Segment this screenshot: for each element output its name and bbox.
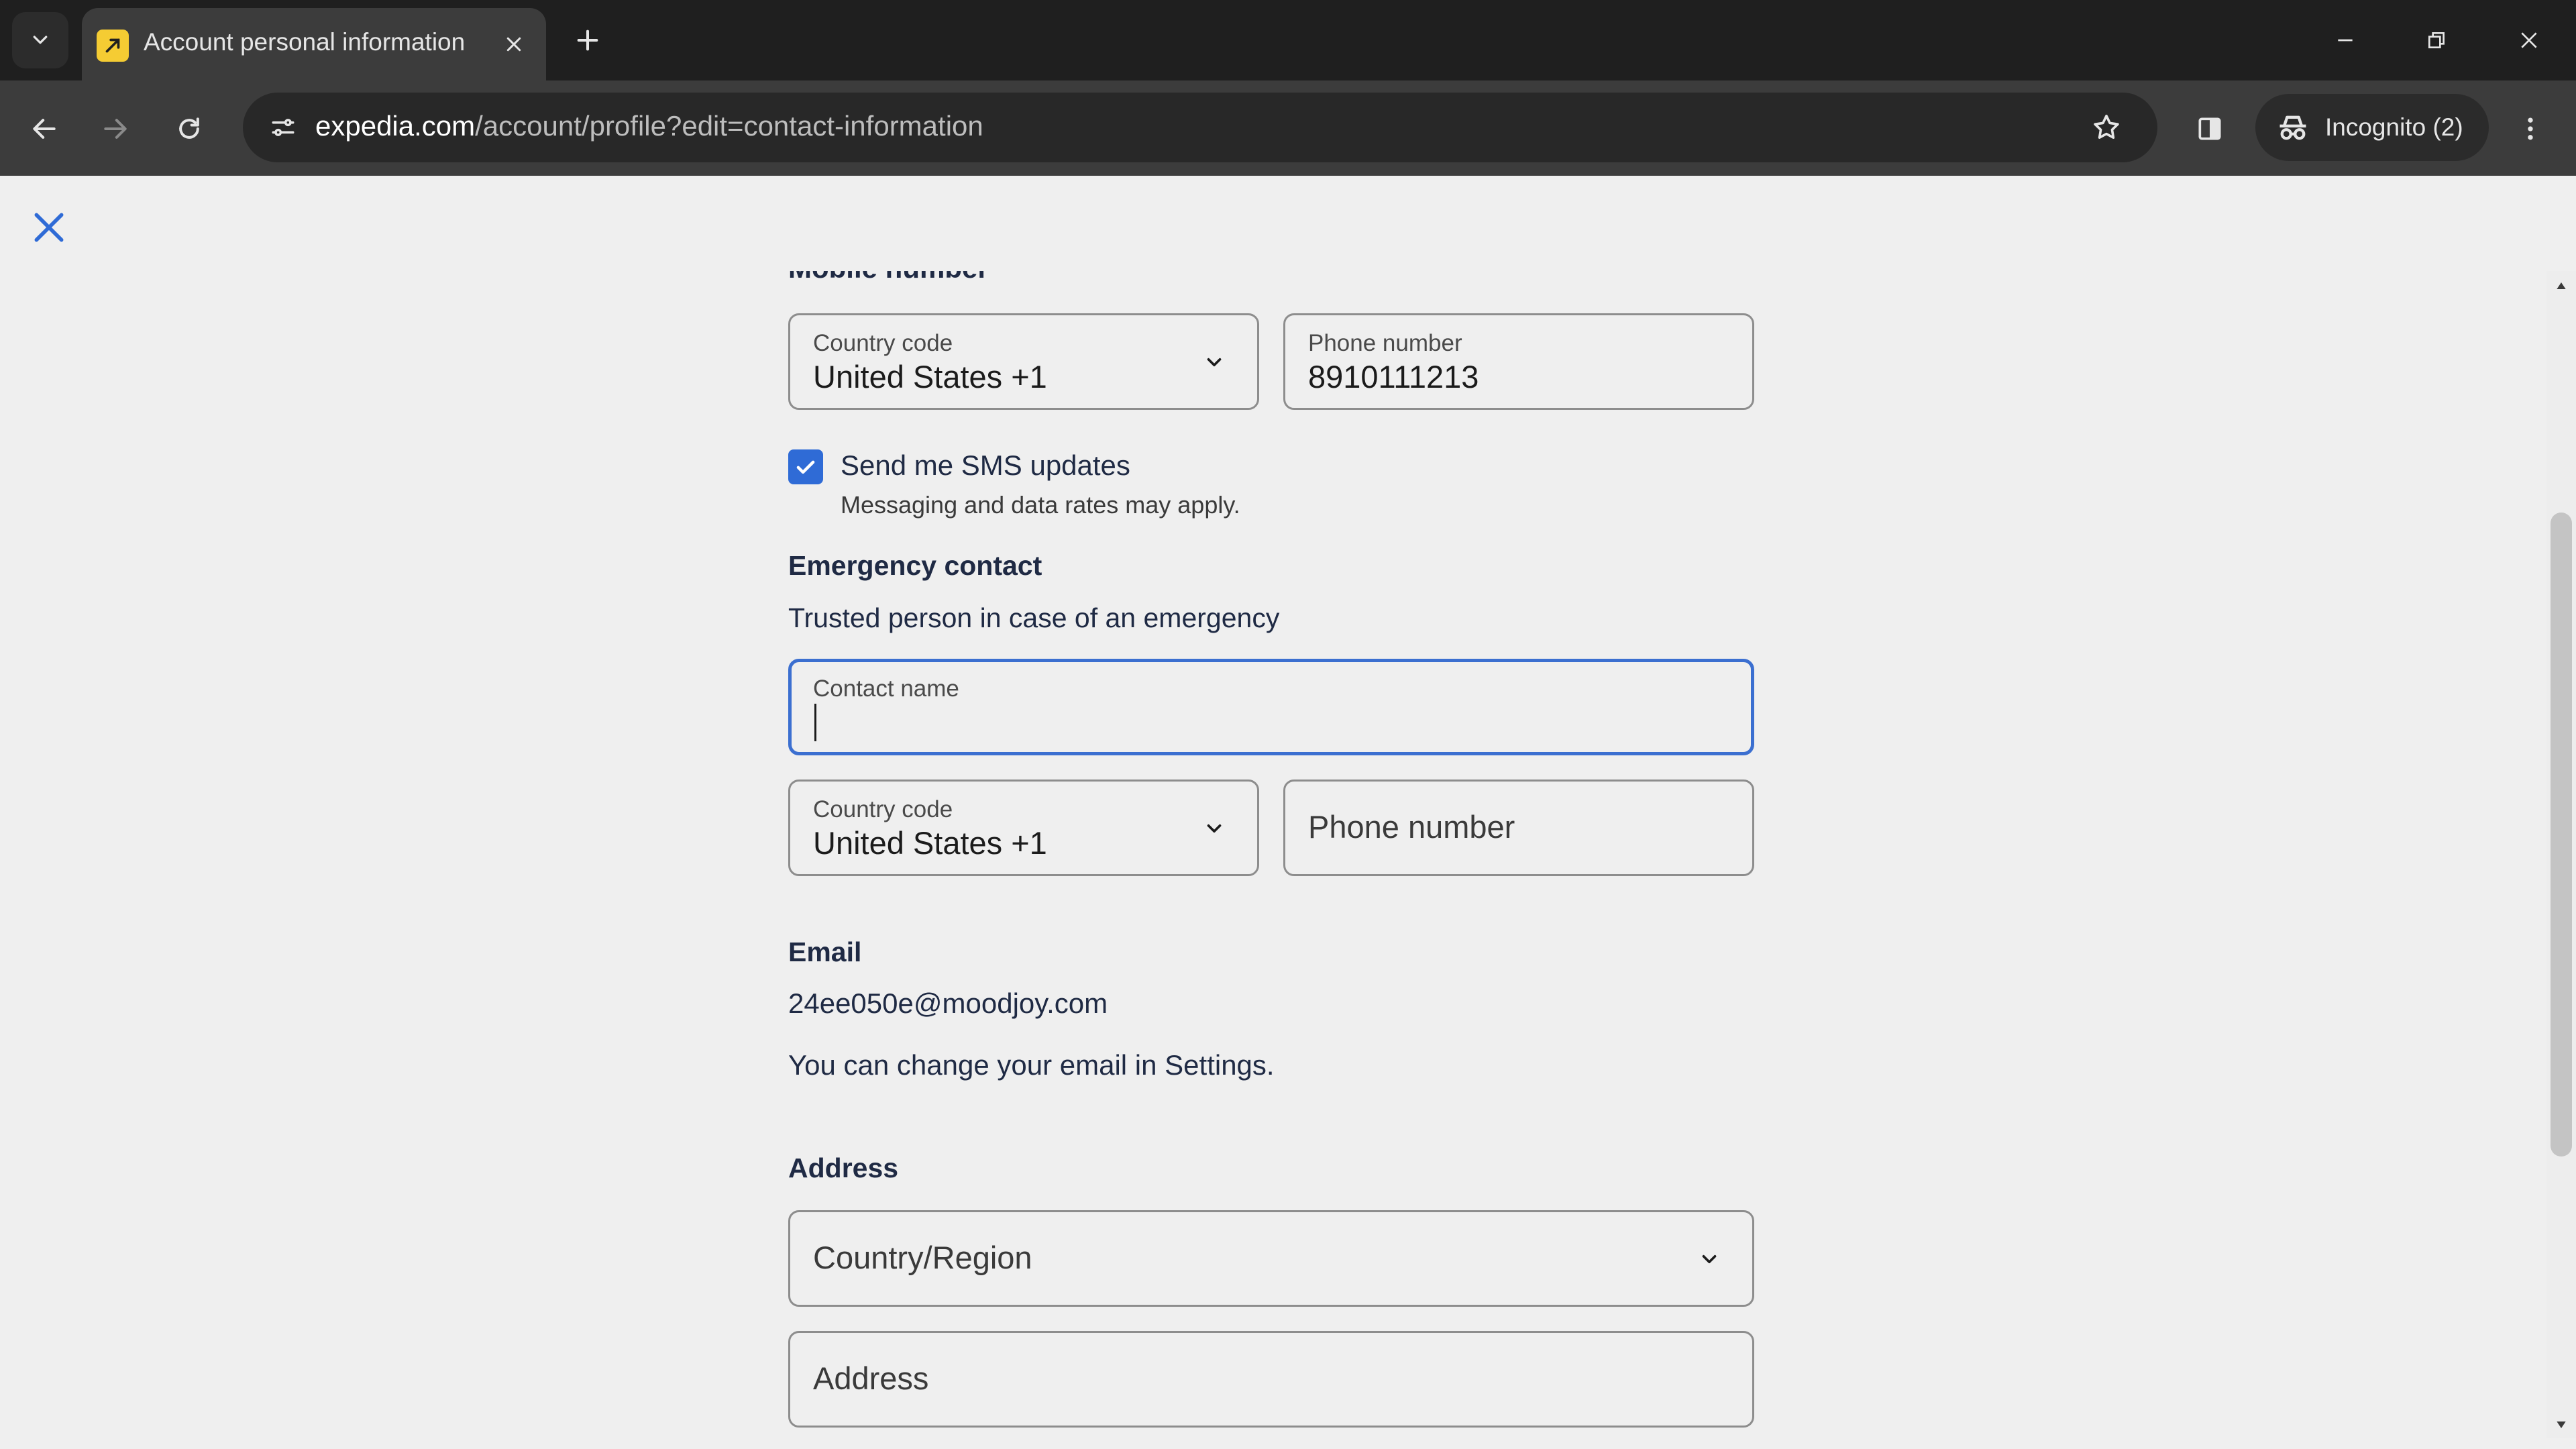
expedia-favicon-icon [97,30,129,62]
chevron-down-icon [1202,816,1226,841]
sms-updates-label[interactable]: Send me SMS updates [841,449,1130,482]
emergency-contact-description: Trusted person in case of an emergency [788,602,1280,633]
plus-icon [577,30,598,51]
site-info-icon[interactable] [263,107,303,148]
mobile-country-code-select[interactable]: Country code United States +1 [788,313,1259,410]
field-label: Contact name [813,676,959,702]
country-region-select[interactable]: Country/Region [788,1210,1754,1307]
reload-button[interactable] [168,107,211,150]
chevron-down-icon [1202,350,1226,374]
minimize-button[interactable] [2325,20,2365,60]
arrow-right-icon [104,119,127,139]
field-placeholder: Phone number [1308,809,1515,845]
tab-title: Account personal information [144,28,466,56]
bookmark-button[interactable] [2086,107,2127,148]
emergency-phone-input[interactable]: Phone number [1283,780,1754,876]
sms-updates-checkbox[interactable] [788,449,823,484]
minimize-icon [2338,39,2353,42]
browser-toolbar: expedia.com/account/profile?edit=contact… [0,80,2576,176]
field-label: Phone number [1308,330,1462,356]
emergency-contact-heading: Emergency contact [788,550,1042,581]
field-value: United States +1 [813,825,1047,861]
close-icon [34,213,64,242]
emergency-country-code-select[interactable]: Country code United States +1 [788,780,1259,876]
triangle-down-icon [2557,1421,2566,1428]
address-heading: Address [788,1152,899,1183]
incognito-icon [2279,115,2306,140]
reload-icon [179,117,199,139]
forward-button[interactable] [94,107,137,150]
side-panel-button[interactable] [2188,107,2231,150]
window-close-button[interactable] [2509,20,2549,60]
mobile-phone-input[interactable]: Phone number 8910111213 [1283,313,1754,410]
address-bar[interactable]: expedia.com/account/profile?edit=contact… [243,93,2157,162]
more-vertical-icon [2528,117,2533,140]
email-heading: Email [788,936,862,967]
incognito-label: Incognito (2) [2325,113,2463,141]
field-label: Country code [813,796,953,822]
close-dialog-button[interactable] [25,204,72,251]
triangle-up-icon [2557,282,2566,289]
chevron-down-icon [1697,1247,1721,1271]
close-icon [2521,32,2537,48]
page-content: Mobile number Country code United States… [0,176,2576,1449]
page-scrollbar[interactable] [2546,271,2576,1438]
tab-close-button[interactable] [498,28,530,60]
scroll-clip-mask [788,176,1754,271]
checkmark-icon [796,460,815,474]
url-host: expedia.com [315,110,476,142]
restore-button[interactable] [2416,20,2457,60]
sms-rates-note: Messaging and data rates may apply. [841,491,1240,519]
star-icon [2094,114,2119,139]
email-value: 24ee050e@moodjoy.com [788,987,1108,1019]
arrow-left-icon [33,119,56,139]
incognito-indicator[interactable]: Incognito (2) [2255,94,2489,161]
browser-tab-active[interactable]: Account personal information [82,8,546,80]
email-change-note: You can change your email in Settings. [788,1049,1275,1081]
field-value: 8910111213 [1308,359,1479,394]
chevron-down-icon [33,36,48,44]
tab-search-button[interactable] [12,12,68,68]
url-text: expedia.com/account/profile?edit=contact… [315,110,983,142]
url-path: /account/profile?edit=contact-informatio… [475,110,983,142]
field-placeholder: Country/Region [813,1240,1032,1275]
browser-menu-button[interactable] [2509,107,2552,150]
back-button[interactable] [23,107,66,150]
side-panel-icon [2198,117,2221,140]
field-placeholder: Address [813,1360,929,1396]
scroll-up-arrow[interactable] [2553,278,2569,294]
text-cursor [814,704,816,741]
address-input[interactable]: Address [788,1331,1754,1428]
close-icon [506,37,521,52]
field-value: United States +1 [813,359,1047,394]
new-tab-button[interactable] [570,23,605,58]
browser-tabstrip: Account personal information [0,0,2576,80]
field-label: Country code [813,330,953,356]
restore-icon [2428,32,2445,48]
emergency-contact-name-input[interactable]: Contact name [788,659,1754,755]
scroll-down-arrow[interactable] [2553,1417,2569,1433]
scrollbar-thumb[interactable] [2551,513,2572,1157]
